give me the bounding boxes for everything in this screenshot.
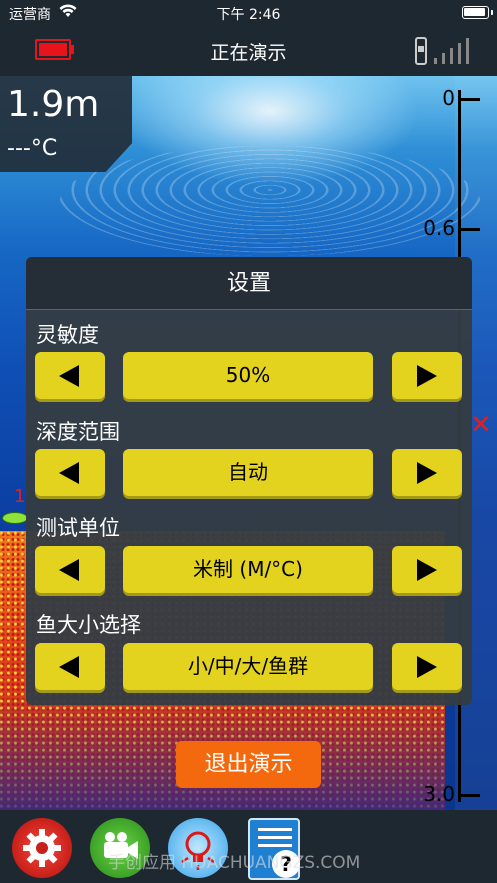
scale-label-1: 0.6 (423, 216, 455, 240)
status-bar: 运营商 下午 2:46 (0, 0, 497, 26)
scale-label-2: 3.0 (423, 782, 455, 806)
unit-increase-button[interactable] (392, 546, 462, 593)
unit-value[interactable]: 米制 (M/°C) (123, 546, 373, 593)
exit-demo-button[interactable]: 退出演示 (176, 741, 321, 788)
settings-dialog: 设置 灵敏度 50% 深度范围 自动 测试单位 米制 (M/°C) 鱼大小选择 … (26, 257, 472, 705)
scale-tick-0 (458, 98, 480, 101)
nav-bar: 正在演示 (0, 26, 497, 76)
fish-size-value[interactable]: 小/中/大/鱼群 (123, 643, 373, 690)
depth-range-label: 深度范围 (36, 420, 120, 444)
fish-size-decrease-button[interactable] (35, 643, 105, 690)
depth-range-value[interactable]: 自动 (123, 449, 373, 496)
arrow-left-icon (59, 656, 79, 678)
temperature-readout: ---°C (7, 136, 58, 161)
sensitivity-label: 灵敏度 (36, 323, 99, 347)
arrow-left-icon (59, 559, 79, 581)
arrow-right-icon (417, 559, 437, 581)
sensitivity-value[interactable]: 50% (123, 352, 373, 399)
device-battery-icon (462, 6, 489, 19)
depth-readout: 1.9m (7, 84, 100, 125)
target-cross-icon: ✕ (470, 410, 492, 440)
settings-title: 设置 (26, 257, 472, 310)
arrow-left-icon (59, 365, 79, 387)
unit-label: 测试单位 (36, 516, 120, 540)
app-root: 运营商 下午 2:46 正在演示 1.9m ---°C 0 0.6 3.0 1 … (0, 0, 497, 883)
gear-icon (23, 829, 61, 867)
fish-size-label: 鱼大小选择 (36, 613, 141, 637)
unit-decrease-button[interactable] (35, 546, 105, 593)
bottom-toolbar: ? 手创应用 HUACHUANGZS.COM (0, 810, 497, 883)
fish-icon (2, 512, 28, 524)
sensitivity-increase-button[interactable] (392, 352, 462, 399)
scale-tick-2 (458, 794, 480, 797)
sensitivity-decrease-button[interactable] (35, 352, 105, 399)
scale-tick-1 (458, 228, 480, 231)
scale-label-0: 0 (442, 86, 455, 110)
arrow-right-icon (417, 656, 437, 678)
signal-strength-icon (414, 36, 474, 66)
fish-depth-label: 1 (14, 486, 26, 507)
arrow-left-icon (59, 462, 79, 484)
watermark-text: 手创应用 HUACHUANGZS.COM (108, 853, 361, 873)
depth-range-decrease-button[interactable] (35, 449, 105, 496)
fish-size-increase-button[interactable] (392, 643, 462, 690)
arrow-right-icon (417, 365, 437, 387)
settings-button[interactable] (12, 818, 72, 878)
depth-range-increase-button[interactable] (392, 449, 462, 496)
arrow-right-icon (417, 462, 437, 484)
device-battery-tip (491, 10, 493, 15)
status-time: 下午 2:46 (216, 7, 281, 23)
